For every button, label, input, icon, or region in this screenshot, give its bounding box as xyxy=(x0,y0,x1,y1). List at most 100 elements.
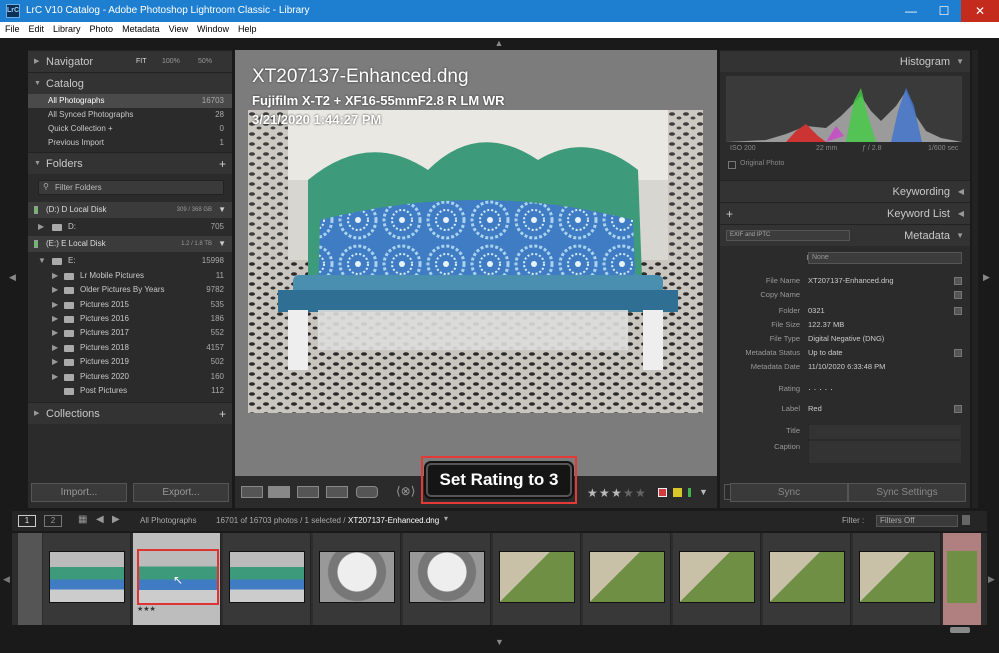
folder-item[interactable]: ▶ Pictures 2017 552 xyxy=(28,326,232,340)
meta-action-icon[interactable] xyxy=(954,277,962,285)
folder-item[interactable]: ▶ Older Pictures By Years 9782 xyxy=(28,283,232,297)
caption-field[interactable] xyxy=(808,440,962,464)
filmstrip-partial-thumb[interactable] xyxy=(943,533,981,625)
toolbar-options-chevron-icon[interactable]: ▼ xyxy=(699,487,708,497)
folder-item[interactable]: ▶ Pictures 2019 502 xyxy=(28,355,232,369)
yellow-label-swatch[interactable] xyxy=(673,488,682,497)
main-window-button[interactable]: 1 xyxy=(18,515,36,527)
meta-file-name[interactable]: File Name XT207137-Enhanced.dng xyxy=(720,274,970,288)
rating-star-5[interactable]: ★ xyxy=(635,486,646,500)
close-button[interactable]: ✕ xyxy=(961,0,999,22)
export-button[interactable]: Export... xyxy=(133,483,229,502)
bottom-panel-toggle-icon[interactable]: ▼ xyxy=(0,637,999,647)
compare-view-icon[interactable] xyxy=(297,486,319,498)
menu-edit[interactable]: Edit xyxy=(24,22,49,34)
menu-view[interactable]: View xyxy=(164,22,192,34)
folder-d-root[interactable]: ▶ D: 705 xyxy=(28,220,232,234)
meta-metadata-status[interactable]: Metadata Status Up to date xyxy=(720,346,970,360)
title-field[interactable] xyxy=(808,424,962,440)
zoom-100[interactable]: 100% xyxy=(162,51,180,73)
catalog-item-all-synced[interactable]: All Synced Photographs 28 xyxy=(28,108,232,122)
menu-window[interactable]: Window xyxy=(192,22,233,34)
add-folder-icon[interactable]: + xyxy=(219,153,226,175)
grid-icon[interactable]: ▦ xyxy=(78,514,87,525)
people-view-icon[interactable] xyxy=(356,486,378,498)
menu-help[interactable]: Help xyxy=(233,22,261,34)
left-panel-toggle-icon[interactable]: ◀ xyxy=(9,272,16,283)
rating-star-1[interactable]: ★ xyxy=(587,486,598,500)
filmstrip-thumb[interactable] xyxy=(313,533,401,625)
original-photo-checkbox[interactable] xyxy=(728,161,736,169)
filter-select[interactable]: Filters Off xyxy=(876,515,958,527)
filmstrip-scrollbar-thumb[interactable] xyxy=(950,627,970,633)
disk-d[interactable]: (D:) D Local Disk 309 / 368 GB ▼ xyxy=(28,202,232,218)
zoom-fit[interactable]: FIT xyxy=(136,51,147,73)
catalog-item-all-photographs[interactable]: All Photographs 16703 xyxy=(28,94,232,108)
meta-action-icon[interactable] xyxy=(954,291,962,299)
histogram-header[interactable]: Histogram ▼ xyxy=(720,50,970,72)
filmstrip-thumb[interactable] xyxy=(673,533,761,625)
navigator-header[interactable]: ▶ Navigator FIT 100% 50% xyxy=(28,50,232,72)
green-label-swatch[interactable] xyxy=(688,488,691,497)
filmstrip-partial-thumb[interactable] xyxy=(18,533,42,625)
forward-arrow-icon[interactable]: ▶ xyxy=(112,514,120,525)
menu-file[interactable]: File xyxy=(0,22,24,34)
histogram-graph[interactable] xyxy=(726,76,962,142)
zoom-50[interactable]: 50% xyxy=(198,51,212,73)
preset-select[interactable]: None xyxy=(808,252,962,264)
filmstrip-thumb[interactable] xyxy=(43,533,131,625)
disk-e[interactable]: (E:) E Local Disk 1.2 / 1.8 TB ▼ xyxy=(28,236,232,253)
filmstrip-source[interactable]: All Photographs xyxy=(140,516,196,525)
collections-header[interactable]: ▶ Collections + xyxy=(28,402,232,425)
catalog-header[interactable]: ▼ Catalog xyxy=(28,72,232,94)
folder-item[interactable]: ▶ Lr Mobile Pictures 11 xyxy=(28,269,232,283)
right-panel-toggle-icon[interactable]: ▶ xyxy=(983,272,990,283)
folder-e-root[interactable]: ▼ E: 15998 xyxy=(28,254,232,268)
metadata-header[interactable]: EXIF and IPTC Metadata ▼ xyxy=(720,224,970,246)
menu-library[interactable]: Library xyxy=(48,22,85,34)
meta-action-icon[interactable] xyxy=(954,349,962,357)
import-button[interactable]: Import... xyxy=(31,483,127,502)
folder-item[interactable]: ▶ Pictures 2015 535 xyxy=(28,298,232,312)
meta-action-icon[interactable] xyxy=(954,307,962,315)
sync-button[interactable]: Sync xyxy=(730,483,848,502)
meta-label-row[interactable]: Label Red xyxy=(720,402,970,416)
meta-action-icon[interactable] xyxy=(954,405,962,413)
catalog-item-quick-collection[interactable]: Quick Collection + 0 xyxy=(28,122,232,136)
secondary-window-button[interactable]: 2 xyxy=(44,515,62,527)
folder-item[interactable]: ▶ Pictures 2020 160 xyxy=(28,370,232,384)
meta-rating[interactable]: Rating · · · · · xyxy=(720,382,970,396)
rating-star-2[interactable]: ★ xyxy=(599,486,610,500)
top-panel-toggle-icon[interactable]: ▲ xyxy=(4,38,994,48)
filmstrip-left-arrow-icon[interactable]: ◀ xyxy=(3,574,10,585)
filmstrip-thumb-selected[interactable]: ★★★ ↖ xyxy=(133,533,221,625)
back-arrow-icon[interactable]: ◀ xyxy=(96,514,104,525)
add-keyword-icon[interactable]: + xyxy=(726,203,733,225)
red-label-swatch[interactable] xyxy=(658,488,667,497)
filmstrip-thumb[interactable] xyxy=(403,533,491,625)
right-panel-scrollbar[interactable] xyxy=(972,50,978,508)
keywording-header[interactable]: Keywording ◀ xyxy=(720,180,970,202)
meta-copy-name[interactable]: Copy Name xyxy=(720,288,970,304)
source-menu-chevron-icon[interactable]: ▾ xyxy=(444,514,448,523)
rating-star-4[interactable]: ★ xyxy=(623,486,634,500)
add-collection-icon[interactable]: + xyxy=(219,403,226,425)
sync-settings-button[interactable]: Sync Settings xyxy=(848,483,966,502)
folder-item[interactable]: ▶ Pictures 2016 186 xyxy=(28,312,232,326)
main-photo[interactable] xyxy=(248,110,703,413)
metadata-set-select[interactable]: EXIF and IPTC xyxy=(726,230,850,241)
filmstrip-thumb[interactable] xyxy=(763,533,851,625)
survey-view-icon[interactable] xyxy=(326,486,348,498)
meta-caption[interactable]: Caption xyxy=(720,440,970,464)
loupe-view-icon[interactable] xyxy=(268,486,290,498)
meta-folder[interactable]: Folder 0321 xyxy=(720,304,970,318)
filmstrip-thumb[interactable] xyxy=(583,533,671,625)
folder-item[interactable]: Post Pictures 112 xyxy=(28,384,232,398)
catalog-item-previous-import[interactable]: Previous Import 1 xyxy=(28,136,232,150)
rating-star-3[interactable]: ★ xyxy=(611,486,622,500)
filmstrip-thumb[interactable] xyxy=(493,533,581,625)
filter-folders-input[interactable]: ⚲ Filter Folders xyxy=(38,180,224,195)
grid-view-icon[interactable] xyxy=(241,486,263,498)
spray-can-icon[interactable]: ⟨⊗⟩ xyxy=(396,484,415,498)
menu-metadata[interactable]: Metadata xyxy=(117,22,164,34)
